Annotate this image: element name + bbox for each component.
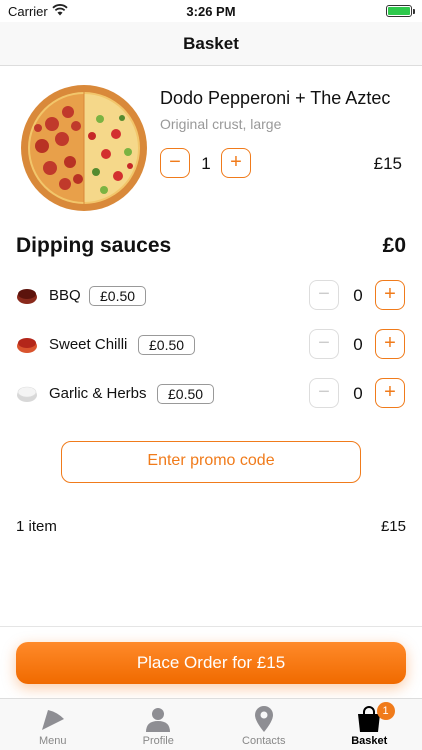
tab-contacts[interactable]: Contacts — [211, 699, 317, 750]
tab-label-menu: Menu — [38, 735, 67, 747]
section-total: £0 — [382, 234, 406, 257]
sauce-price-sweet-chilli: £0.50 — [138, 335, 196, 355]
tab-label-contacts: Contacts — [242, 735, 286, 747]
bbq-sauce-icon — [17, 289, 37, 304]
sauce-quantity-bbq: 0 — [353, 286, 363, 305]
sauce-increment-button-bbq[interactable]: + — [375, 280, 405, 310]
sauce-increment-button-sweet-chilli[interactable]: + — [375, 329, 405, 359]
page-title: Basket — [183, 34, 239, 53]
status-bar: Carrier 3:26 PM — [0, 0, 422, 22]
navigation-bar: Basket — [0, 22, 422, 66]
map-pin-icon — [254, 706, 273, 732]
sweet-chilli-sauce-icon — [17, 338, 37, 353]
place-order-button[interactable]: Place Order for £15 — [16, 642, 406, 684]
item-increment-button[interactable]: + — [221, 148, 251, 178]
item-name: Dodo Pepperoni + The Aztec — [160, 88, 391, 108]
sauce-quantity-sweet-chilli: 0 — [353, 335, 363, 354]
tab-bar: Menu Profile Contacts 1 Basket — [0, 698, 422, 750]
promo-code-button[interactable]: Enter promo code — [61, 441, 361, 483]
section-title-dipping-sauces: Dipping sauces — [16, 234, 172, 257]
battery-icon — [386, 5, 415, 17]
clock: 3:26 PM — [186, 4, 236, 19]
item-description: Original crust, large — [160, 116, 282, 132]
tab-profile[interactable]: Profile — [106, 699, 212, 750]
basket-count-badge: 1 — [376, 702, 395, 720]
tab-basket[interactable]: 1 Basket — [317, 699, 422, 750]
tab-label-profile: Profile — [142, 735, 174, 747]
summary-item-count: 1 item — [16, 518, 57, 535]
sauce-name-bbq: BBQ — [49, 287, 81, 304]
pizza-slice-icon — [41, 710, 64, 730]
sauce-price-garlic-herbs: £0.50 — [157, 384, 215, 404]
sauce-name-sweet-chilli: Sweet Chilli — [49, 336, 128, 353]
sauce-name-garlic-herbs: Garlic & Herbs — [49, 385, 147, 402]
sauce-decrement-button-sweet-chilli[interactable]: − — [309, 329, 339, 359]
sauce-price-bbq: £0.50 — [89, 286, 147, 306]
item-quantity: 1 — [201, 154, 211, 173]
summary-price: £15 — [380, 518, 406, 535]
sauce-decrement-button-garlic-herbs[interactable]: − — [309, 378, 339, 408]
item-price: £15 — [373, 154, 402, 173]
tab-label-basket: Basket — [351, 735, 388, 747]
tab-menu[interactable]: Menu — [0, 699, 106, 750]
sauce-increment-button-garlic-herbs[interactable]: + — [375, 378, 405, 408]
item-decrement-button[interactable]: − — [160, 148, 190, 178]
person-icon — [146, 708, 171, 732]
sauce-decrement-button-bbq[interactable]: − — [309, 280, 339, 310]
garlic-herbs-sauce-icon — [17, 386, 37, 402]
sauce-quantity-garlic-herbs: 0 — [353, 384, 363, 403]
pizza-image — [21, 85, 147, 211]
